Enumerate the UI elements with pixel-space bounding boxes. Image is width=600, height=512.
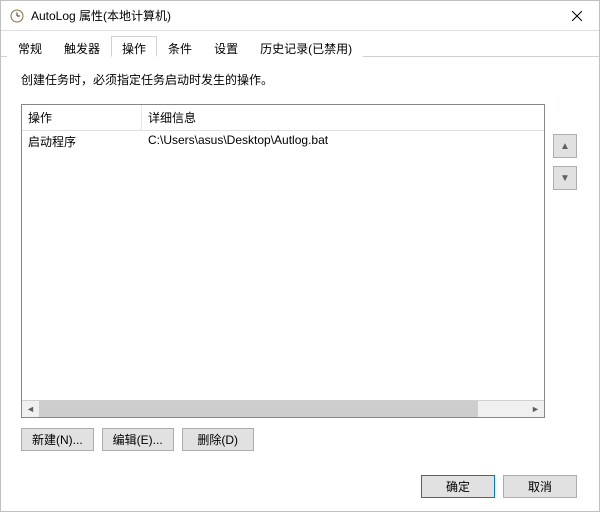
dialog-window: AutoLog 属性(本地计算机) 常规 触发器 操作 条件 设置 历史记录(已…	[0, 0, 600, 512]
intro-text: 创建任务时，必须指定任务启动时发生的操作。	[21, 71, 579, 88]
reorder-buttons: ▲ ▼	[553, 104, 579, 418]
tab-history[interactable]: 历史记录(已禁用)	[249, 36, 363, 57]
cell-details: C:\Users\asus\Desktop\Autlog.bat	[142, 131, 544, 152]
move-up-button[interactable]: ▲	[553, 134, 577, 158]
scroll-right-icon[interactable]: ►	[527, 401, 544, 418]
tab-triggers[interactable]: 触发器	[53, 36, 111, 57]
tab-bar: 常规 触发器 操作 条件 设置 历史记录(已禁用)	[1, 31, 599, 57]
close-icon	[572, 8, 582, 24]
h-scrollbar[interactable]: ◄ ►	[22, 400, 544, 417]
table-body: 启动程序 C:\Users\asus\Desktop\Autlog.bat	[22, 131, 544, 400]
edit-button[interactable]: 编辑(E)...	[102, 428, 174, 451]
close-button[interactable]	[554, 1, 599, 31]
chevron-up-icon: ▲	[560, 141, 570, 152]
table-header: 操作 详细信息	[22, 105, 544, 131]
content-area: 创建任务时，必须指定任务启动时发生的操作。 操作 详细信息 启动程序 C:\Us…	[1, 57, 599, 467]
new-button[interactable]: 新建(N)...	[21, 428, 94, 451]
table-area: 操作 详细信息 启动程序 C:\Users\asus\Desktop\Autlo…	[21, 104, 579, 418]
tab-settings[interactable]: 设置	[203, 36, 249, 57]
clock-icon	[9, 8, 25, 24]
tab-general[interactable]: 常规	[7, 36, 53, 57]
tab-conditions[interactable]: 条件	[157, 36, 203, 57]
cancel-button[interactable]: 取消	[503, 475, 577, 498]
window-title: AutoLog 属性(本地计算机)	[31, 7, 171, 24]
delete-button[interactable]: 删除(D)	[182, 428, 254, 451]
dialog-footer: 确定 取消	[1, 467, 599, 511]
move-down-button[interactable]: ▼	[553, 166, 577, 190]
scroll-track[interactable]	[39, 401, 527, 417]
titlebar: AutoLog 属性(本地计算机)	[1, 1, 599, 31]
ok-button[interactable]: 确定	[421, 475, 495, 498]
tab-actions[interactable]: 操作	[111, 36, 157, 57]
cell-action: 启动程序	[22, 131, 142, 152]
action-buttons-row: 新建(N)... 编辑(E)... 删除(D)	[21, 428, 579, 451]
table-row[interactable]: 启动程序 C:\Users\asus\Desktop\Autlog.bat	[22, 131, 544, 152]
header-action[interactable]: 操作	[22, 105, 142, 130]
scroll-left-icon[interactable]: ◄	[22, 401, 39, 418]
header-details[interactable]: 详细信息	[142, 105, 544, 130]
chevron-down-icon: ▼	[560, 173, 570, 184]
scroll-thumb[interactable]	[39, 401, 478, 417]
actions-table[interactable]: 操作 详细信息 启动程序 C:\Users\asus\Desktop\Autlo…	[21, 104, 545, 418]
